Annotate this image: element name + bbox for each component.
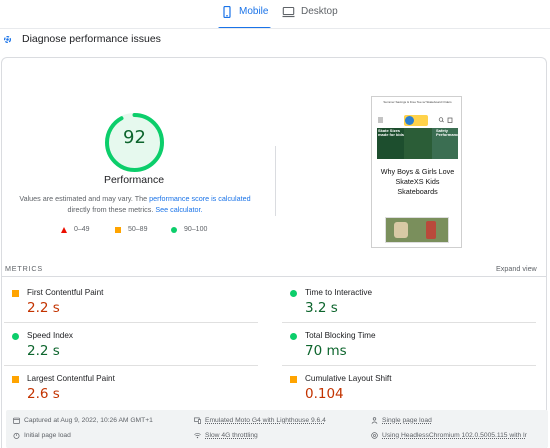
mobile-phone-icon: [223, 6, 231, 18]
preview-promo-text: Summer Savings & Free Tee w/ Skateboard …: [383, 100, 452, 104]
legend-average: 50–89: [115, 226, 147, 233]
final-screenshot-preview: Summer Savings & Free Tee w/ Skateboard …: [371, 96, 462, 248]
wifi-icon: [194, 432, 201, 439]
expand-view-toggle[interactable]: Expand view: [496, 264, 537, 273]
preview-photo: [385, 217, 449, 243]
metric-name: Time to Interactive: [305, 288, 373, 297]
score-legend: 0–49 50–89 90–100: [0, 226, 275, 236]
estimate-note: Values are estimated and may vary. The p…: [12, 193, 258, 215]
metric-name: First Contentful Paint: [27, 288, 104, 297]
average-square-icon: [12, 376, 19, 383]
pass-circle-icon: [290, 290, 297, 297]
pass-circle-icon: [290, 333, 297, 340]
tab-mobile-label: Mobile: [239, 6, 269, 17]
preview-site-logo: [404, 115, 428, 126]
metric-name: Cumulative Layout Shift: [305, 374, 392, 383]
captured-at-text: Captured at Aug 9, 2022, 10:26 AM GMT+1: [24, 417, 153, 424]
metrics-divider: [2, 276, 546, 277]
preview-banner-left-text: Skate Sizes made for kids: [378, 128, 405, 137]
timer-icon: [13, 432, 20, 439]
chrome-icon: [371, 432, 378, 439]
metric-value: 0.104: [305, 386, 344, 402]
device-tabs: Mobile Desktop: [0, 0, 550, 29]
estimate-text-2: directly from these metrics.: [67, 205, 156, 214]
preview-heading: Why Boys & Girls Love SkateXS Kids Skate…: [380, 167, 455, 196]
estimate-text-1: Values are estimated and may vary. The: [19, 194, 150, 203]
captured-at: Captured at Aug 9, 2022, 10:26 AM GMT+1: [13, 417, 153, 424]
legend-fail: 0–49: [61, 226, 90, 233]
browser-version: Using HeadlessChromium 102.0.5005.115 wi…: [371, 432, 527, 439]
browser-version-text: Using HeadlessChromium 102.0.5005.115 wi…: [382, 432, 527, 439]
metric-value: 3.2 s: [305, 300, 338, 316]
metric-cumulative-layout-shift: Cumulative Layout Shift 0.104: [280, 367, 536, 409]
metric-time-to-interactive: Time to Interactive 3.2 s: [280, 281, 536, 323]
person-icon: [371, 417, 378, 424]
tab-desktop-label: Desktop: [301, 6, 338, 17]
initial-page-load-text: Initial page load: [24, 432, 71, 439]
metric-value: 2.6 s: [27, 386, 60, 402]
initial-page-load: Initial page load: [13, 432, 71, 439]
devices-icon: [194, 417, 201, 424]
tab-mobile[interactable]: Mobile: [217, 6, 272, 29]
average-square-icon: [290, 376, 297, 383]
metrics-header: METRICS: [5, 264, 43, 273]
tab-desktop[interactable]: Desktop: [282, 6, 338, 29]
circle-icon: [171, 226, 177, 233]
runtime-settings: Captured at Aug 9, 2022, 10:26 AM GMT+1 …: [6, 410, 548, 448]
emulated-device-text: Emulated Moto G4 with Lighthouse 9.6.4: [205, 417, 326, 424]
emulated-device: Emulated Moto G4 with Lighthouse 9.6.4: [194, 417, 326, 424]
tabs-divider: [0, 28, 550, 29]
see-calculator-link[interactable]: See calculator.: [155, 205, 202, 214]
calendar-icon: [13, 417, 20, 424]
metric-speed-index: Speed Index 2.2 s: [2, 324, 258, 366]
single-page-load: Single page load: [371, 417, 432, 424]
score-calculation-link[interactable]: performance score is calculated: [149, 194, 250, 203]
diagnose-title: Diagnose performance issues: [22, 33, 161, 45]
metric-name: Total Blocking Time: [305, 331, 376, 340]
network-throttling: Slow 4G throttling: [194, 432, 258, 439]
desktop-monitor-icon: [282, 6, 295, 18]
vertical-divider: [275, 146, 276, 216]
square-icon: [115, 226, 121, 233]
legend-pass: 90–100: [171, 226, 207, 233]
network-throttling-text: Slow 4G throttling: [205, 432, 258, 439]
metric-total-blocking-time: Total Blocking Time 70 ms: [280, 324, 536, 366]
preview-banner-right-text: Safety Performance: [436, 128, 458, 137]
metric-name: Largest Contentful Paint: [27, 374, 115, 383]
average-square-icon: [12, 290, 19, 297]
legend-average-range: 50–89: [128, 226, 148, 233]
loading-spinner-icon: [3, 35, 12, 44]
metric-value: 2.2 s: [27, 300, 60, 316]
triangle-icon: [61, 226, 67, 233]
preview-hero-banner: Skate Sizes made for kids Safety Perform…: [377, 128, 458, 159]
legend-pass-range: 90–100: [184, 226, 208, 233]
legend-fail-range: 0–49: [74, 226, 90, 233]
metric-value: 2.2 s: [27, 343, 60, 359]
metric-name: Speed Index: [27, 331, 73, 340]
performance-title: Performance: [103, 174, 165, 186]
metric-largest-contentful-paint: Largest Contentful Paint 2.6 s: [2, 367, 258, 409]
single-page-load-text: Single page load: [382, 417, 432, 424]
metric-value: 70 ms: [305, 343, 347, 359]
pass-circle-icon: [12, 333, 19, 340]
metric-first-contentful-paint: First Contentful Paint 2.2 s: [2, 281, 258, 323]
performance-score: 92: [123, 127, 146, 148]
